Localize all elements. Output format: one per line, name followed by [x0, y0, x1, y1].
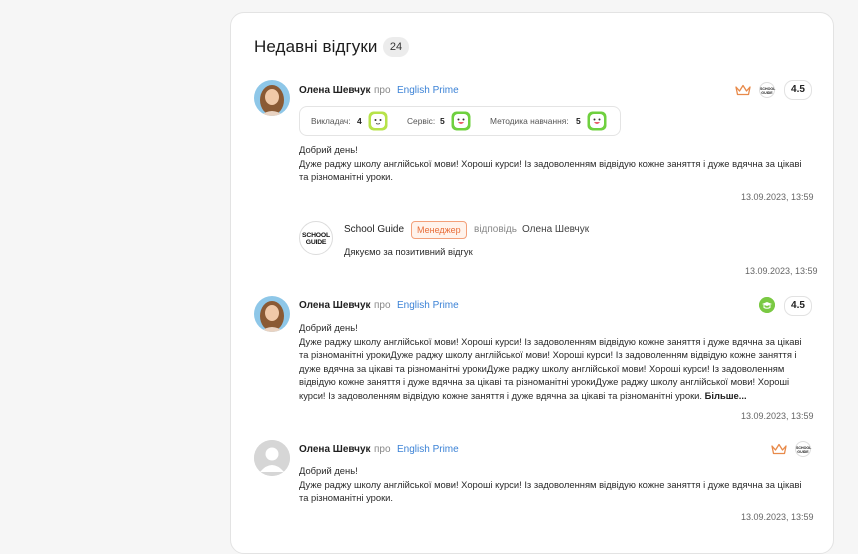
crown-icon	[735, 84, 751, 96]
manager-badge: Менеджер	[411, 221, 467, 239]
reviews-count-badge: 24	[383, 37, 409, 57]
school-link[interactable]: English Prime	[397, 444, 459, 455]
read-more-link[interactable]: Більше...	[705, 390, 747, 401]
happy-face-icon	[587, 111, 607, 131]
scores-panel: Викладач: 4 Сервіс: 5 Методика навчання:…	[299, 106, 621, 136]
reviewer-photo-icon	[254, 80, 290, 116]
section-title: Недавні відгуки	[254, 37, 378, 56]
reviewer-photo-icon	[254, 296, 290, 332]
crown-icon	[771, 443, 787, 455]
reply-verb: відповідь	[474, 224, 517, 235]
reply-text: Дякуємо за позитивний відгук	[344, 246, 473, 257]
reply-to-name[interactable]: Олена Шевчук	[522, 224, 589, 235]
review-date: 13.09.2023, 13:59	[741, 411, 814, 421]
about-label: про	[374, 85, 391, 96]
rating-badge: 4.5	[784, 80, 812, 100]
score-label: Сервіс:	[407, 116, 436, 126]
rating-badge: 4.5	[784, 296, 812, 316]
graduation-cap-icon	[759, 297, 775, 313]
score-label: Викладач:	[311, 116, 351, 126]
reply-author-name[interactable]: School Guide	[344, 224, 404, 235]
reviewer-avatar[interactable]	[254, 296, 290, 332]
school-link[interactable]: English Prime	[397, 85, 459, 96]
school-guide-small-logo: SCHOOL GUIDE	[759, 82, 775, 98]
review-date: 13.09.2023, 13:59	[741, 512, 814, 522]
reply-date: 13.09.2023, 13:59	[745, 266, 818, 276]
reviewer-name[interactable]: Олена Шевчук	[299, 444, 371, 455]
review-text: Добрий день! Дуже раджу школу англійсько…	[299, 144, 802, 183]
about-label: про	[374, 444, 391, 455]
school-guide-logo: SCHOOL GUIDE	[299, 221, 333, 255]
about-label: про	[374, 300, 391, 311]
school-guide-small-logo: SCHOOL GUIDE	[795, 441, 811, 457]
score-label: Методика навчання:	[490, 116, 569, 126]
reviewer-avatar[interactable]	[254, 80, 290, 116]
school-link[interactable]: English Prime	[397, 300, 459, 311]
review-text: Добрий день! Дуже раджу школу англійсько…	[299, 465, 802, 504]
review-date: 13.09.2023, 13:59	[741, 192, 814, 202]
reviewer-avatar[interactable]	[254, 440, 290, 476]
review-text: Добрий день! Дуже раджу школу англійсько…	[299, 322, 802, 401]
score-value: 5	[576, 116, 581, 126]
reviewer-name[interactable]: Олена Шевчук	[299, 300, 371, 311]
score-value: 4	[357, 116, 362, 126]
default-avatar-icon	[254, 440, 290, 476]
happy-face-icon	[451, 111, 471, 131]
reviewer-name[interactable]: Олена Шевчук	[299, 85, 371, 96]
neutral-face-icon	[368, 111, 388, 131]
recent-reviews-card: Недавні відгуки 24 Олена Шевчук про Engl…	[230, 12, 834, 554]
score-value: 5	[440, 116, 445, 126]
